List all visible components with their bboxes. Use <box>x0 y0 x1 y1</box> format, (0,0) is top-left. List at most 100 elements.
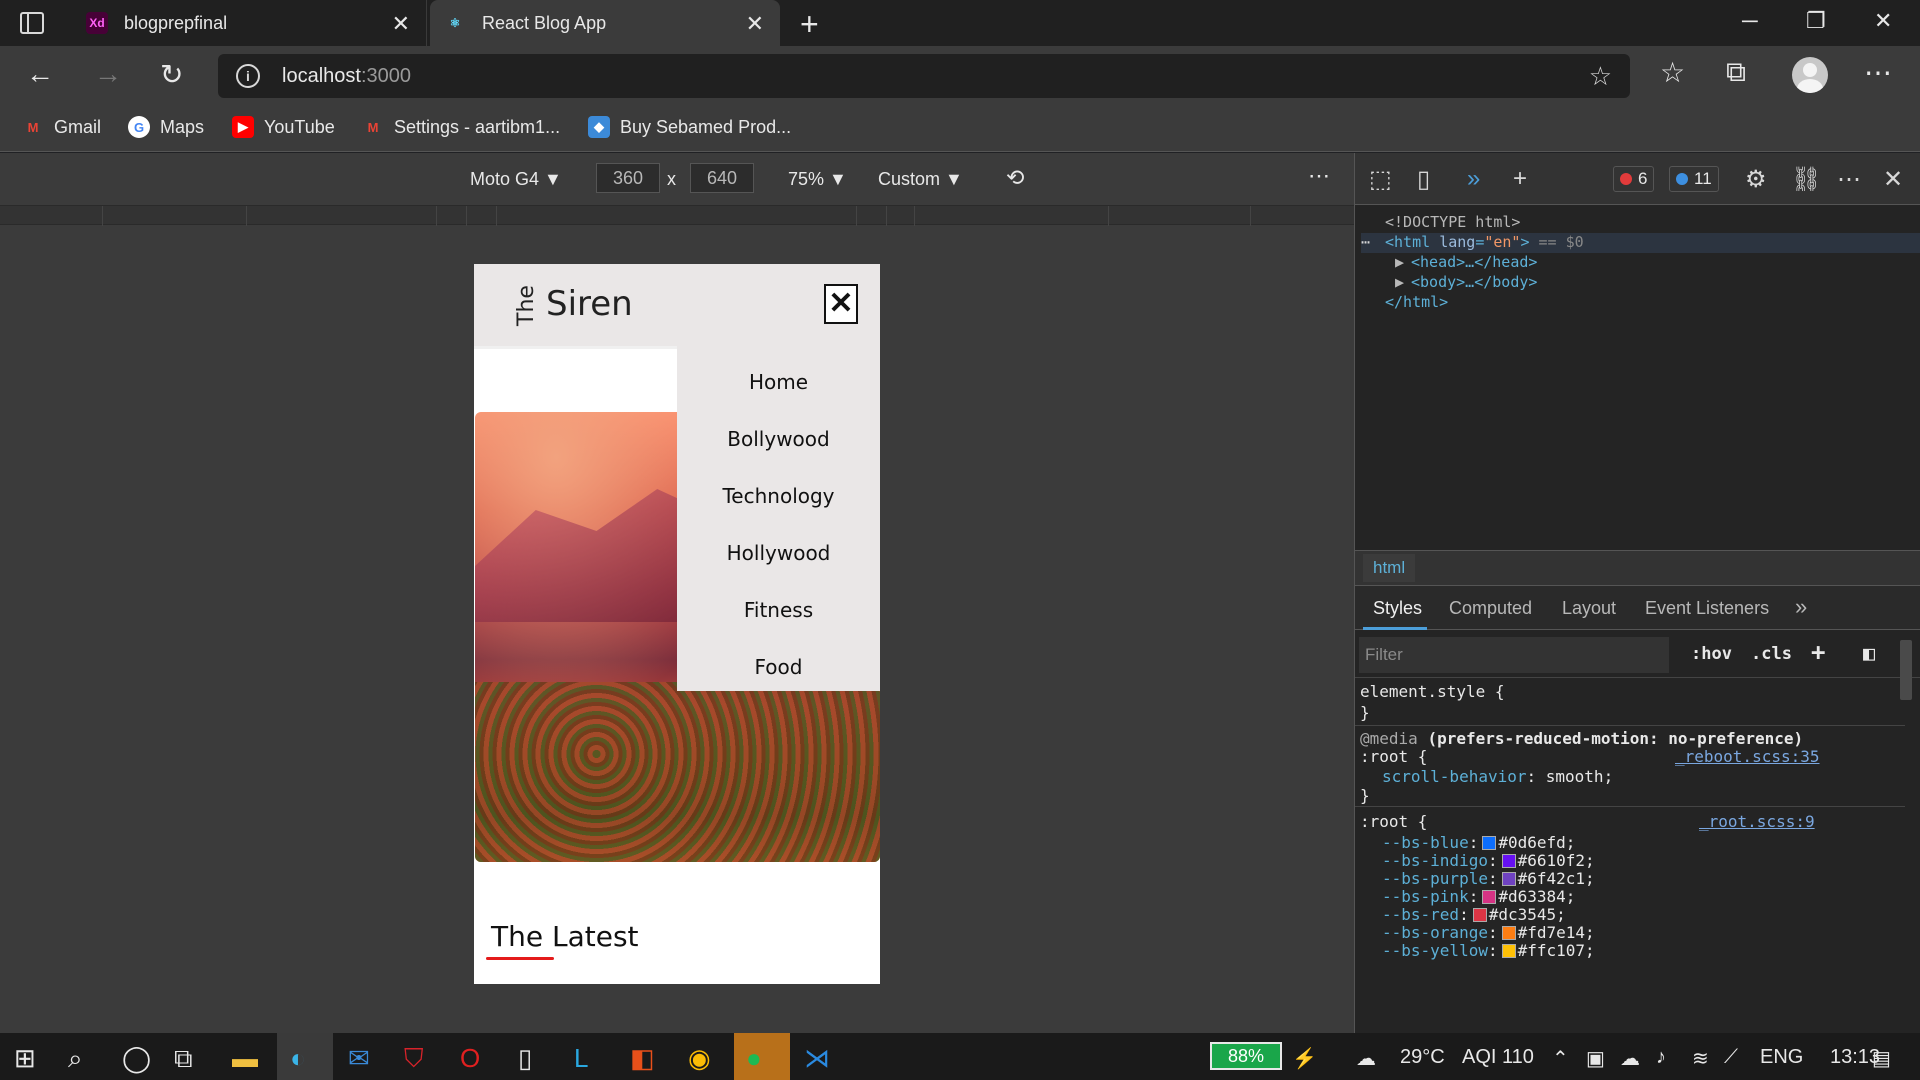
bookmark-settings[interactable]: M Settings - aartibm1... <box>362 116 561 138</box>
wifi-icon[interactable]: ≋ <box>1692 1046 1709 1071</box>
more-subtabs-icon[interactable]: » <box>1795 594 1807 620</box>
css-var-decl[interactable]: --bs-indigo: #6610f2; <box>1382 851 1595 870</box>
language-indicator[interactable]: ENG <box>1760 1046 1803 1069</box>
tab-computed[interactable]: Computed <box>1449 598 1532 619</box>
file-explorer-icon[interactable]: ▬ <box>232 1043 258 1074</box>
onedrive-icon[interactable]: ☁ <box>1620 1046 1640 1071</box>
cls-button[interactable]: .cls <box>1751 644 1792 664</box>
css-var-decl[interactable]: --bs-yellow: #ffc107; <box>1382 941 1595 960</box>
hov-button[interactable]: :hov <box>1691 644 1732 664</box>
task-view-icon[interactable]: ⧉ <box>174 1043 193 1075</box>
styles-scrollbar[interactable] <box>1900 640 1912 700</box>
scroll-behavior-decl[interactable]: scroll-behavior: smooth; <box>1382 767 1613 786</box>
root-selector[interactable]: :root { <box>1360 747 1427 766</box>
nav-item-bollywood[interactable]: Bollywood <box>677 427 880 451</box>
reboot-source-link[interactable]: _reboot.scss:35 <box>1675 747 1820 766</box>
toggle-sidebar-icon[interactable]: ◧ <box>1863 641 1875 665</box>
css-var-decl[interactable]: --bs-pink: #d63384; <box>1382 887 1575 906</box>
minimize-icon[interactable]: ─ <box>1742 8 1758 34</box>
weather-temp[interactable]: 29°C <box>1400 1046 1445 1069</box>
root-source-link[interactable]: _root.scss:9 <box>1699 812 1815 831</box>
forward-icon[interactable]: → <box>94 58 122 90</box>
color-swatch[interactable] <box>1472 908 1487 922</box>
app-l-icon[interactable]: L <box>574 1043 588 1074</box>
rotate-icon[interactable]: ⟲ <box>1006 165 1024 191</box>
device-icon[interactable]: ▣ <box>1586 1046 1605 1071</box>
search-icon[interactable]: ⌕ <box>68 1043 83 1075</box>
restore-icon[interactable]: ❐ <box>1806 8 1826 34</box>
css-var-decl[interactable]: --bs-blue: #0d6efd; <box>1382 833 1575 852</box>
color-swatch[interactable] <box>1501 926 1516 940</box>
device-select[interactable]: Moto G4 ▼ <box>470 169 562 190</box>
chrome-icon[interactable]: ◉ <box>688 1043 711 1074</box>
nav-item-home[interactable]: Home <box>677 370 880 394</box>
tray-chevron-icon[interactable]: ⌃ <box>1552 1046 1569 1071</box>
notifications-icon[interactable]: ▤ <box>1872 1046 1891 1071</box>
dom-head-node[interactable]: <head>…</head> <box>1411 253 1537 271</box>
expand-body-icon[interactable]: ▶ <box>1395 273 1404 291</box>
device-width-input[interactable]: 360 <box>596 163 660 193</box>
expand-head-icon[interactable]: ▶ <box>1395 253 1404 271</box>
pen-icon[interactable]: ⟋ <box>1724 1046 1738 1069</box>
error-count-badge[interactable]: 6 <box>1613 166 1655 192</box>
more-options-icon[interactable]: ⋯ <box>1308 163 1330 189</box>
close-tab-icon[interactable]: ✕ <box>746 11 764 37</box>
color-swatch[interactable] <box>1501 872 1516 886</box>
nav-item-fitness[interactable]: Fitness <box>677 598 880 622</box>
back-icon[interactable]: ← <box>26 58 54 90</box>
close-menu-button[interactable]: ✕ <box>824 284 858 324</box>
new-style-rule-icon[interactable]: + <box>1811 638 1825 666</box>
breadcrumb-html[interactable]: html <box>1363 554 1416 582</box>
zoom-select[interactable]: 75% ▼ <box>788 169 847 190</box>
css-var-decl[interactable]: --bs-orange: #fd7e14; <box>1382 923 1595 942</box>
windows-start-icon[interactable]: ⊞ <box>14 1043 36 1074</box>
collections-icon[interactable]: ⧉ <box>1726 56 1746 89</box>
address-bar[interactable]: i localhost:3000 ☆ <box>218 54 1630 98</box>
tab-actions-icon[interactable] <box>20 12 44 34</box>
more-menu-icon[interactable]: ⋯ <box>1864 56 1892 89</box>
tab-react-blog-app[interactable]: ⚛ React Blog App ✕ <box>430 0 780 46</box>
add-favorite-icon[interactable]: ☆ <box>1589 61 1612 92</box>
throttle-select[interactable]: Custom ▼ <box>878 169 963 190</box>
color-swatch[interactable] <box>1482 836 1497 850</box>
volume-icon[interactable]: ♪ <box>1656 1046 1666 1069</box>
styles-filter-input[interactable]: Filter <box>1359 637 1669 673</box>
add-tab-icon[interactable]: + <box>1513 165 1527 193</box>
dom-row-menu-icon[interactable]: ⋯ <box>1361 233 1370 251</box>
nav-item-hollywood[interactable]: Hollywood <box>677 541 880 565</box>
opera-icon[interactable]: O <box>460 1043 480 1074</box>
spotify-icon[interactable]: ● <box>746 1043 762 1074</box>
tab-event-listeners[interactable]: Event Listeners <box>1645 598 1769 619</box>
bookmark-youtube[interactable]: ▶ YouTube <box>232 116 335 138</box>
close-window-icon[interactable]: ✕ <box>1874 8 1892 34</box>
close-tab-icon[interactable]: ✕ <box>392 11 410 37</box>
dom-body-node[interactable]: <body>…</body> <box>1411 273 1537 291</box>
mcafee-icon[interactable]: ⛉ <box>404 1043 424 1075</box>
dom-html-node[interactable]: <html lang="en"> == $0 <box>1385 233 1584 251</box>
color-swatch[interactable] <box>1501 854 1516 868</box>
tab-styles[interactable]: Styles <box>1373 598 1422 619</box>
notepad-icon[interactable]: ▯ <box>518 1043 532 1074</box>
inspect-element-icon[interactable]: ⬚ <box>1369 165 1392 194</box>
root-selector[interactable]: :root { <box>1360 812 1427 831</box>
url-text[interactable]: localhost:3000 <box>282 65 411 88</box>
css-var-decl[interactable]: --bs-red: #dc3545; <box>1382 905 1566 924</box>
site-info-icon[interactable]: i <box>236 64 260 88</box>
bookmark-gmail[interactable]: M Gmail <box>22 116 101 138</box>
logo-siren[interactable]: Siren <box>546 284 633 324</box>
weather-icon[interactable]: ☁ <box>1356 1046 1376 1071</box>
mail-icon[interactable]: ✉ <box>348 1043 370 1074</box>
new-tab-icon[interactable]: + <box>800 6 819 43</box>
bookmark-maps[interactable]: G Maps <box>128 116 204 138</box>
nav-item-food[interactable]: Food <box>677 655 880 679</box>
battery-indicator[interactable]: 88% <box>1210 1042 1282 1070</box>
settings-gear-icon[interactable]: ⚙ <box>1745 165 1767 194</box>
device-height-input[interactable]: 640 <box>690 163 754 193</box>
css-var-decl[interactable]: --bs-purple: #6f42c1; <box>1382 869 1595 888</box>
dom-html-close[interactable]: </html> <box>1385 293 1448 311</box>
dom-doctype[interactable]: <!DOCTYPE html> <box>1385 213 1520 231</box>
more-tabs-icon[interactable]: » <box>1467 165 1480 193</box>
nav-item-technology[interactable]: Technology <box>677 484 880 508</box>
device-toggle-icon[interactable]: ▯ <box>1417 165 1430 194</box>
color-swatch[interactable] <box>1501 944 1516 958</box>
